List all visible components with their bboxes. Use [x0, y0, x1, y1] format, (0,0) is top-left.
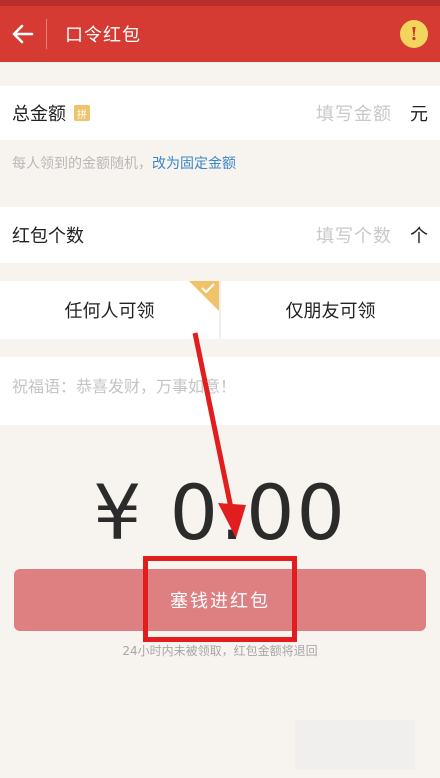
packet-count-label: 红包个数 — [12, 226, 84, 247]
tab-friends-only[interactable]: 仅朋友可领 — [221, 281, 440, 339]
refund-note: 24小时内未被领取，红包金额将退回 — [122, 644, 318, 658]
packet-count-input[interactable]: 填写个数 — [316, 222, 392, 248]
tab-anyone-label: 任何人可领 — [64, 301, 155, 322]
check-icon — [201, 283, 215, 293]
amount-display: ¥ 0.00 — [93, 468, 347, 557]
packet-count-unit: 个 — [410, 226, 428, 247]
total-amount-input[interactable]: 填写金额 — [316, 100, 392, 126]
watermark-blot — [295, 720, 415, 770]
highlight-box — [143, 556, 297, 642]
total-amount-unit: 元 — [410, 104, 428, 125]
page-title: 口令红包 — [65, 25, 141, 46]
blessing-field[interactable]: 祝福语：恭喜发财，万事如意！ — [0, 357, 440, 425]
fixed-amount-link[interactable]: 改为固定金额 — [152, 156, 236, 172]
back-button[interactable] — [0, 6, 46, 62]
packet-count-row[interactable]: 红包个数 填写个数 个 — [0, 207, 440, 263]
amount-hint-text: 每人领到的金额随机， — [12, 156, 152, 172]
app-bar-divider — [46, 19, 47, 49]
total-amount-row[interactable]: 总金额 拼 填写金额 元 — [0, 86, 440, 140]
audience-tabs: 任何人可领 仅朋友可领 — [0, 281, 440, 339]
amount-hint: 每人领到的金额随机，改为固定金额 — [12, 153, 236, 173]
tab-anyone[interactable]: 任何人可领 — [0, 281, 219, 339]
total-amount-label: 总金额 — [12, 104, 66, 125]
alert-button[interactable]: ! — [400, 20, 428, 48]
arrow-left-icon — [12, 24, 34, 44]
exclamation-icon: ! — [410, 23, 418, 45]
blessing-placeholder: 祝福语：恭喜发财，万事如意！ — [12, 377, 237, 396]
app-bar: 口令红包 ! — [0, 6, 440, 62]
tab-friends-only-label: 仅朋友可领 — [285, 301, 376, 322]
pin-badge[interactable]: 拼 — [74, 105, 90, 121]
